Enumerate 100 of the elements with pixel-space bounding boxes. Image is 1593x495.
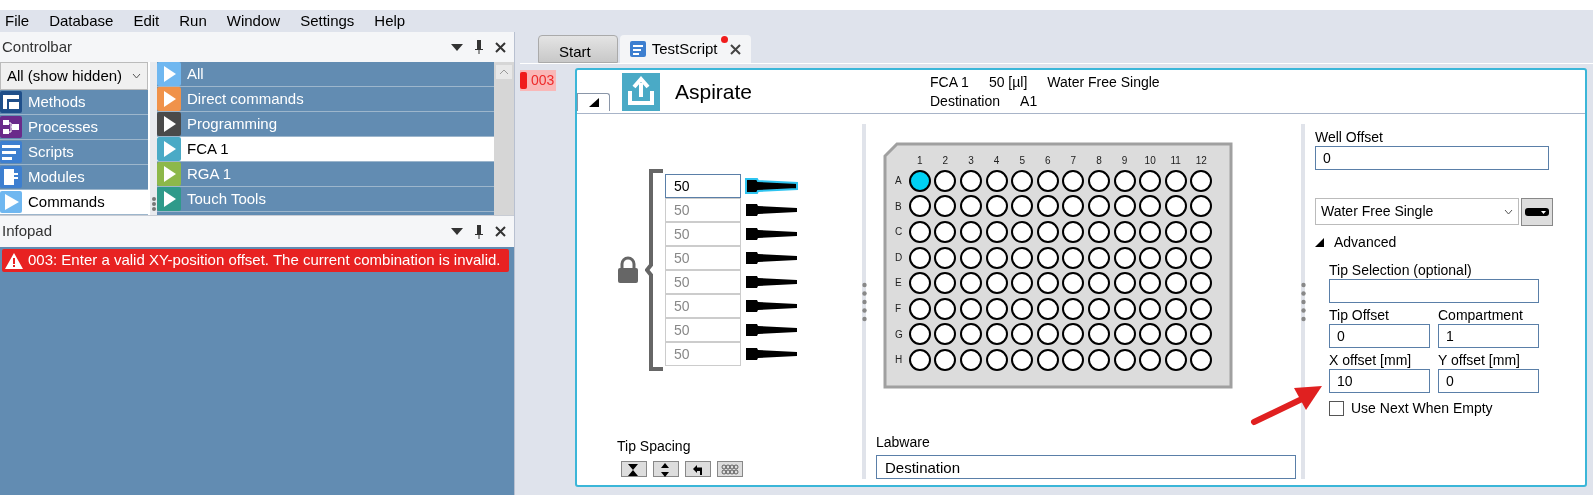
pipette-tip-icon [745,202,799,218]
advanced-expander[interactable]: Advanced [1315,232,1569,253]
menu-item[interactable]: File [5,9,30,33]
column-label: 8 [1095,154,1103,168]
spacing-plate-button[interactable] [717,461,743,477]
bracket-icon [645,169,665,371]
flowchart-icon [0,116,22,138]
summary-text: A1 [1020,91,1038,111]
field-label: Y offset [mm] [1438,351,1521,369]
column-label: 12 [1194,154,1208,168]
collapse-toggle[interactable] [577,93,610,111]
filter-dropdown[interactable]: All (show hidden) [0,62,148,90]
well-offset-input[interactable]: 0 [1315,146,1549,170]
labware-input[interactable]: Destination [876,455,1296,479]
column-label: 10 [1143,154,1157,168]
row-label: E [895,276,903,291]
panel-title: Controlbar [2,36,73,57]
window-icon [0,91,22,113]
chevron-down-icon [1504,208,1513,215]
command-item[interactable]: FCA 1 [157,137,494,162]
column-label: 4 [992,154,1001,168]
row-label: A [895,174,903,188]
step-number-badge: 003 [520,70,557,91]
menu-item[interactable]: Window [226,9,281,33]
play-icon [0,191,22,213]
scrollbar[interactable] [494,62,514,215]
field-label: Tip Offset [1329,306,1390,324]
column-label: 6 [1044,154,1052,168]
category-item[interactable]: Modules [0,165,148,190]
category-item[interactable]: Methods [0,90,148,115]
close-icon[interactable] [495,41,506,53]
category-item[interactable]: Commands [0,190,148,215]
volume-input[interactable]: 50 [665,246,741,270]
pipette-tip-icon [745,298,799,314]
menu-item[interactable]: Database [49,9,114,33]
summary-text: 50 [µl] [988,72,1028,92]
summary-text: Destination [930,91,1001,111]
volume-input[interactable]: 50 [665,174,741,198]
field-label: Tip Selection (optional) [1329,261,1473,279]
column-label: 5 [1018,154,1026,168]
column-label: 3 [967,154,975,168]
pipette-icon [1525,208,1549,216]
command-item[interactable]: Programming [157,112,494,137]
command-item[interactable]: RGA 1 [157,162,494,187]
checkbox-label: Use Next When Empty [1351,399,1493,418]
menu-item[interactable]: Edit [133,9,160,33]
lock-icon [617,256,639,284]
error-flag-icon [520,72,527,89]
volume-input[interactable]: 50 [665,222,741,246]
document-icon [629,41,646,57]
row-label: B [895,199,903,214]
pipette-tip-icon [745,250,799,266]
command-item[interactable]: Touch Tools [157,187,494,212]
pipette-tip-icon [745,178,799,194]
spacing-even-button[interactable] [653,461,679,477]
module-icon [0,166,22,188]
dropdown-icon[interactable] [451,43,463,51]
volume-input[interactable]: 50 [665,270,741,294]
volume-input[interactable]: 50 [665,294,741,318]
row-label: G [895,327,904,342]
dropdown-icon[interactable] [451,228,463,235]
liquid-class-dropdown[interactable]: Water Free Single [1315,198,1519,225]
menu-item[interactable]: Run [179,9,207,33]
tip-offset-input[interactable]: 0 [1329,324,1430,348]
warning-icon [5,252,23,269]
pipette-button[interactable] [1521,198,1553,226]
document-tab[interactable]: TestScript [619,35,751,63]
splitter-grip-icon[interactable] [1300,281,1306,322]
spacing-min-button[interactable] [621,461,647,477]
pipette-tip-icon [745,322,799,338]
pin-icon[interactable] [475,224,483,239]
column-label: 11 [1169,154,1182,168]
pin-icon[interactable] [475,40,483,54]
document-tab[interactable]: Start [538,35,618,63]
category-item[interactable]: Scripts [0,140,148,165]
column-label: 2 [941,154,950,168]
tip-selection-input[interactable] [1329,279,1539,303]
volume-input[interactable]: 50 [665,198,741,222]
checkbox[interactable] [1329,401,1344,416]
volume-input[interactable]: 50 [665,318,741,342]
row-label: H [895,353,904,368]
close-icon[interactable] [495,226,506,237]
y-offset-input[interactable]: 0 [1438,369,1539,393]
splitter-grip-icon[interactable] [151,197,156,211]
menu-item[interactable]: Settings [300,9,355,33]
row-label: C [895,225,904,240]
triangle-icon [1315,238,1324,247]
menu-item[interactable]: Help [374,9,406,33]
category-item[interactable]: Processes [0,115,148,140]
lines-icon [0,141,22,163]
command-item[interactable]: Direct commands [157,87,494,112]
close-icon[interactable] [729,43,741,55]
summary-text: Water Free Single [1047,72,1160,92]
spacing-reset-button[interactable] [685,461,711,477]
compartment-input[interactable]: 1 [1438,324,1539,348]
x-offset-input[interactable]: 10 [1329,369,1430,393]
command-item[interactable]: All [157,62,494,87]
volume-input[interactable]: 50 [665,342,741,366]
splitter-grip-icon[interactable] [861,281,867,322]
column-label: 9 [1120,154,1129,168]
